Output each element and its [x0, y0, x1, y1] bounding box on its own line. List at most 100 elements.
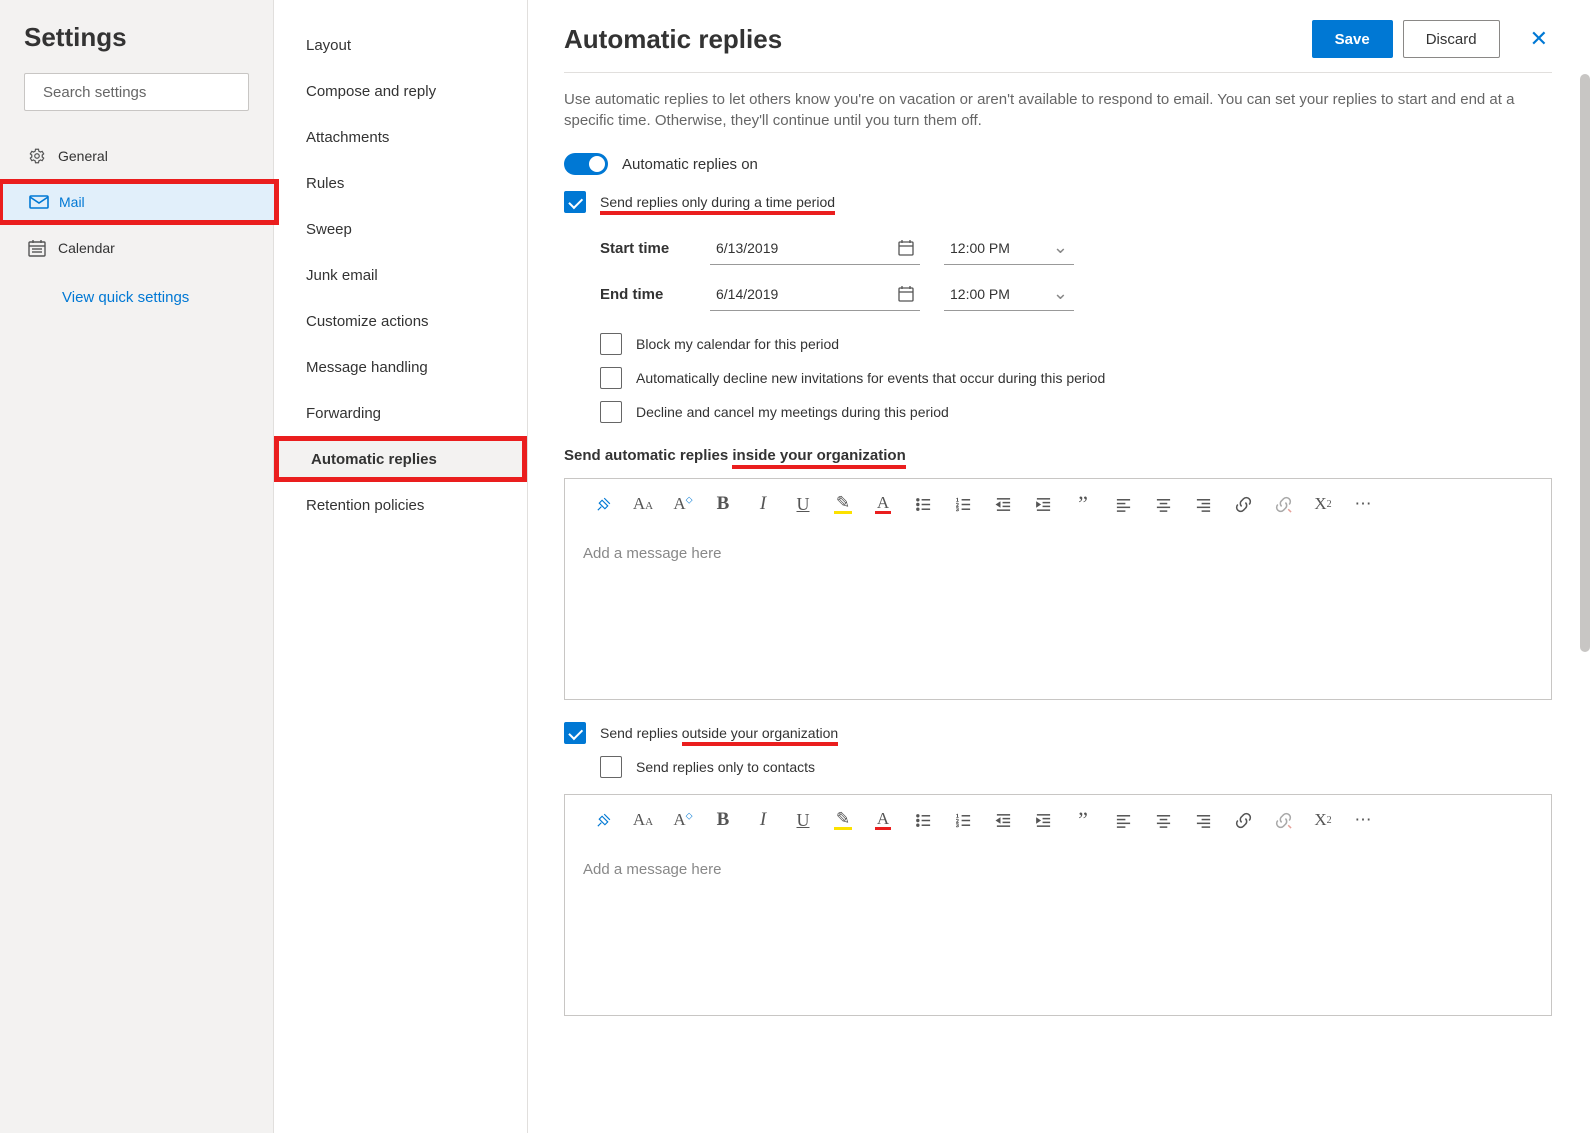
numbering-icon[interactable]: 123: [943, 489, 983, 519]
sidebar-item-label: General: [58, 148, 108, 164]
decrease-indent-icon[interactable]: [983, 805, 1023, 835]
description-text: Use automatic replies to let others know…: [564, 89, 1552, 131]
decrease-indent-icon[interactable]: [983, 489, 1023, 519]
end-time-label: End time: [600, 286, 710, 303]
align-center-icon[interactable]: [1143, 489, 1183, 519]
underline-icon[interactable]: U: [783, 489, 823, 519]
subnav-sweep[interactable]: Sweep: [274, 206, 527, 252]
align-right-icon[interactable]: [1183, 489, 1223, 519]
bullets-icon[interactable]: [903, 489, 943, 519]
underline-icon[interactable]: U: [783, 805, 823, 835]
svg-text:3: 3: [955, 507, 958, 513]
start-date-input[interactable]: 6/13/2019: [710, 231, 920, 265]
unlink-icon[interactable]: [1263, 805, 1303, 835]
settings-panel: Automatic replies Save Discard ✕ Use aut…: [528, 0, 1596, 1133]
sidebar-item-mail[interactable]: Mail: [0, 179, 279, 225]
block-calendar-label: Block my calendar for this period: [636, 336, 839, 352]
unlink-icon[interactable]: [1263, 489, 1303, 519]
calendar-icon: [28, 239, 58, 257]
subnav-retention[interactable]: Retention policies: [274, 482, 527, 528]
discard-button[interactable]: Discard: [1403, 20, 1500, 58]
align-right-icon[interactable]: [1183, 805, 1223, 835]
time-period-checkbox[interactable]: [564, 191, 586, 213]
more-icon[interactable]: ⋯: [1343, 489, 1383, 519]
more-icon[interactable]: ⋯: [1343, 805, 1383, 835]
highlight-icon[interactable]: ✎: [823, 489, 863, 519]
superscript-icon[interactable]: X2: [1303, 489, 1343, 519]
subnav-rules[interactable]: Rules: [274, 160, 527, 206]
block-calendar-checkbox[interactable]: [600, 333, 622, 355]
end-date-input[interactable]: 6/14/2019: [710, 277, 920, 311]
divider: [564, 72, 1552, 73]
italic-icon[interactable]: I: [743, 489, 783, 519]
increase-indent-icon[interactable]: [1023, 489, 1063, 519]
subnav-junk[interactable]: Junk email: [274, 252, 527, 298]
contacts-only-label: Send replies only to contacts: [636, 759, 815, 775]
subnav-customize[interactable]: Customize actions: [274, 298, 527, 344]
header-row: Automatic replies Save Discard ✕: [564, 20, 1552, 58]
bullets-icon[interactable]: [903, 805, 943, 835]
start-time-input[interactable]: 12:00 PM ⌄: [944, 231, 1074, 265]
automatic-replies-toggle[interactable]: [564, 153, 608, 175]
save-button[interactable]: Save: [1312, 20, 1393, 58]
bold-icon[interactable]: B: [703, 489, 743, 519]
italic-icon[interactable]: I: [743, 805, 783, 835]
outside-org-checkbox[interactable]: [564, 722, 586, 744]
gear-icon: [28, 147, 58, 165]
chevron-down-icon: ⌄: [1053, 283, 1068, 304]
quick-settings-link[interactable]: View quick settings: [24, 271, 249, 306]
start-time-value: 12:00 PM: [950, 240, 1010, 256]
end-time-input[interactable]: 12:00 PM ⌄: [944, 277, 1074, 311]
outside-org-label: Send replies outside your organization: [600, 725, 838, 741]
cancel-meetings-checkbox[interactable]: [600, 401, 622, 423]
superscript-icon[interactable]: X2: [1303, 805, 1343, 835]
subnav-forwarding[interactable]: Forwarding: [274, 390, 527, 436]
numbering-icon[interactable]: 123: [943, 805, 983, 835]
decline-invites-checkbox[interactable]: [600, 367, 622, 389]
sidebar-item-label: Calendar: [58, 240, 115, 256]
calendar-picker-icon: [898, 240, 914, 256]
align-left-icon[interactable]: [1103, 489, 1143, 519]
align-left-icon[interactable]: [1103, 805, 1143, 835]
scrollbar-thumb[interactable]: [1580, 74, 1590, 652]
time-period-label: Send replies only during a time period: [600, 194, 835, 210]
rich-text-toolbar: AA A◇ B I U ✎ A 123 ”: [565, 795, 1551, 845]
page-title: Automatic replies: [564, 24, 1312, 55]
subnav-compose[interactable]: Compose and reply: [274, 68, 527, 114]
outside-reply-textarea[interactable]: Add a message here: [565, 845, 1551, 1015]
search-box[interactable]: [24, 73, 249, 111]
link-icon[interactable]: [1223, 489, 1263, 519]
start-date-value: 6/13/2019: [716, 240, 778, 256]
font-icon[interactable]: AA: [623, 489, 663, 519]
font-size-icon[interactable]: A◇: [663, 489, 703, 519]
time-period-grid: Start time 6/13/2019 12:00 PM ⌄ End time…: [600, 225, 1552, 317]
inside-org-heading: Send automatic replies inside your organ…: [564, 447, 1552, 464]
close-icon[interactable]: ✕: [1526, 26, 1552, 52]
quote-icon[interactable]: ”: [1063, 489, 1103, 519]
link-icon[interactable]: [1223, 805, 1263, 835]
font-icon[interactable]: AA: [623, 805, 663, 835]
font-size-icon[interactable]: A◇: [663, 805, 703, 835]
font-color-icon[interactable]: A: [863, 489, 903, 519]
quote-icon[interactable]: ”: [1063, 805, 1103, 835]
highlight-icon[interactable]: ✎: [823, 805, 863, 835]
settings-sidebar: Settings General Mail: [0, 0, 274, 1133]
sidebar-item-general[interactable]: General: [24, 133, 249, 179]
increase-indent-icon[interactable]: [1023, 805, 1063, 835]
subnav-message-handling[interactable]: Message handling: [274, 344, 527, 390]
scrollbar[interactable]: [1580, 74, 1590, 1125]
format-painter-icon[interactable]: [583, 489, 623, 519]
align-center-icon[interactable]: [1143, 805, 1183, 835]
font-color-icon[interactable]: A: [863, 805, 903, 835]
subnav-automatic-replies[interactable]: Automatic replies: [274, 436, 527, 482]
contacts-only-checkbox[interactable]: [600, 756, 622, 778]
subnav-attachments[interactable]: Attachments: [274, 114, 527, 160]
sidebar-item-calendar[interactable]: Calendar: [24, 225, 249, 271]
search-input[interactable]: [43, 84, 242, 101]
subnav-layout[interactable]: Layout: [274, 22, 527, 68]
outside-reply-editor: AA A◇ B I U ✎ A 123 ”: [564, 794, 1552, 1016]
bold-icon[interactable]: B: [703, 805, 743, 835]
toggle-label: Automatic replies on: [622, 156, 758, 173]
format-painter-icon[interactable]: [583, 805, 623, 835]
inside-reply-textarea[interactable]: Add a message here: [565, 529, 1551, 699]
